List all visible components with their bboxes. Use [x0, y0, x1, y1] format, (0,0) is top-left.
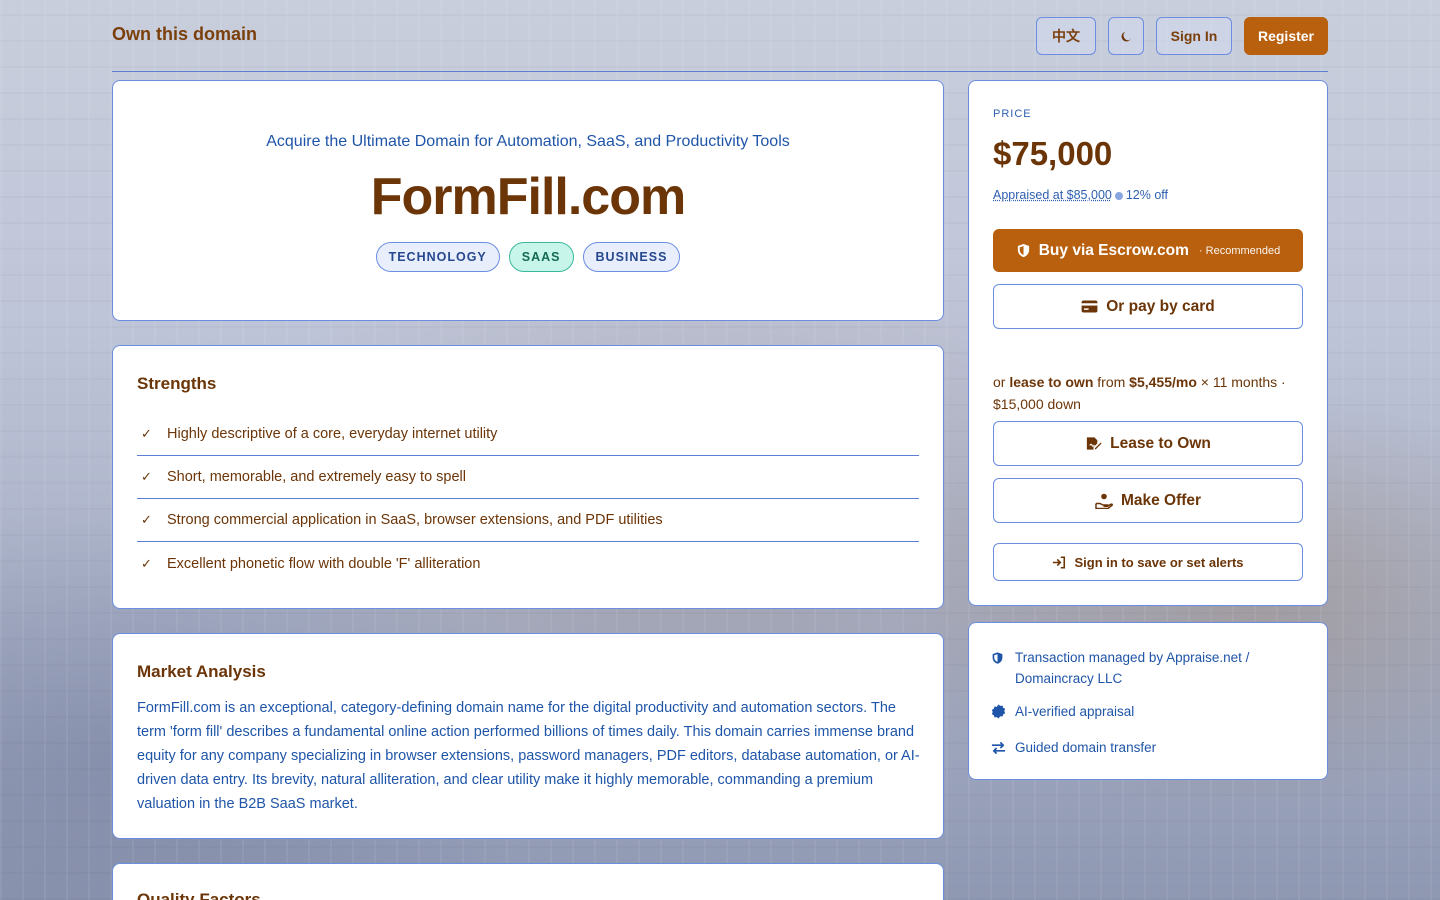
- register-button[interactable]: Register: [1244, 17, 1328, 55]
- category-tags: TECHNOLOGY SAAS BUSINESS: [113, 242, 943, 272]
- lease-to-own-label: Lease to Own: [1110, 434, 1211, 452]
- trust-text: Transaction managed by Appraise.net / Do…: [1015, 650, 1250, 686]
- strength-text: Highly descriptive of a core, everyday i…: [167, 426, 498, 442]
- market-analysis-text: FormFill.com is an exceptional, category…: [137, 700, 920, 812]
- buy-escrow-label: Buy via Escrow.com: [1038, 241, 1189, 259]
- site-title[interactable]: Own this domain: [112, 24, 257, 45]
- hero-card: Acquire the Ultimate Domain for Automati…: [112, 80, 944, 321]
- sign-in-to-save-label: Sign in to save or set alerts: [1074, 554, 1244, 570]
- lease-summary: or lease to own from $5,455/mo × 11 mont…: [993, 374, 1286, 412]
- recommended-badge: · Recommended: [1198, 244, 1281, 257]
- price-value: $75,000: [993, 135, 1113, 172]
- sign-in-icon: [1053, 555, 1066, 569]
- pricing-card: PRICE $75,000 Appraised at $85,000 12% of…: [968, 80, 1328, 606]
- trust-list: Transaction managed by Appraise.net / Do…: [991, 647, 1291, 773]
- list-item: ✓ Short, memorable, and extremely easy t…: [137, 456, 919, 499]
- market-analysis-title: Market Analysis: [137, 662, 266, 681]
- lease-to-own-button[interactable]: Lease to Own: [993, 421, 1303, 466]
- list-item: Transaction managed by Appraise.net / Do…: [991, 647, 1291, 689]
- tag-business[interactable]: BUSINESS: [582, 242, 681, 272]
- pay-by-card-label: Or pay by card: [1106, 297, 1215, 315]
- hero-tagline: Acquire the Ultimate Domain for Automati…: [266, 133, 790, 150]
- price-label: PRICE: [993, 108, 1032, 120]
- list-item: ✓ Strong commercial application in SaaS,…: [137, 499, 919, 542]
- list-item: ✓ Highly descriptive of a core, everyday…: [137, 413, 919, 456]
- list-item: AI-verified appraisal: [991, 701, 1291, 725]
- domain-name: FormFill.com: [370, 168, 686, 226]
- make-offer-label: Make Offer: [1120, 491, 1202, 509]
- signature-icon: [1086, 436, 1102, 450]
- quality-factors-card: Quality Factors: [112, 863, 944, 900]
- check-icon: ✓: [141, 469, 152, 484]
- trust-card: Transaction managed by Appraise.net / Do…: [968, 622, 1328, 780]
- market-analysis-card: Market Analysis FormFill.com is an excep…: [112, 633, 944, 839]
- shield-icon: [1017, 243, 1029, 258]
- hand-coin-icon: [1095, 493, 1113, 509]
- theme-toggle-button[interactable]: [1108, 17, 1144, 55]
- pay-by-card-button[interactable]: Or pay by card: [993, 284, 1303, 329]
- strength-text: Strong commercial application in SaaS, b…: [167, 512, 663, 528]
- site-header: Own this domain 中文 Sign In Register: [112, 0, 1328, 72]
- tag-saas[interactable]: SAAS: [508, 242, 574, 272]
- appraisal-info: Appraised at $85,000 12% off: [993, 188, 1168, 202]
- make-offer-button[interactable]: Make Offer: [993, 478, 1303, 523]
- quality-factors-title: Quality Factors: [137, 890, 261, 900]
- appraisal-link[interactable]: Appraised at $85,000: [993, 188, 1112, 202]
- transfer-arrows-icon: [991, 737, 1015, 761]
- trust-text: Guided domain transfer: [1015, 740, 1157, 755]
- list-item: Guided domain transfer: [991, 737, 1291, 761]
- badge-check-icon: [991, 701, 1015, 725]
- credit-card-icon: [1081, 300, 1098, 313]
- sign-in-to-save-button[interactable]: Sign in to save or set alerts: [993, 543, 1303, 581]
- moon-icon: [1121, 31, 1131, 41]
- strengths-title: Strengths: [137, 374, 217, 393]
- strengths-list: ✓ Highly descriptive of a core, everyday…: [137, 413, 919, 585]
- sign-in-button[interactable]: Sign In: [1156, 17, 1232, 55]
- info-icon[interactable]: [1114, 191, 1123, 200]
- check-icon: ✓: [141, 426, 152, 441]
- list-item: ✓ Excellent phonetic flow with double 'F…: [137, 542, 919, 585]
- strength-text: Short, memorable, and extremely easy to …: [167, 469, 466, 485]
- check-icon: ✓: [141, 555, 152, 571]
- shield-icon: [991, 647, 1015, 671]
- tag-technology[interactable]: TECHNOLOGY: [375, 242, 500, 272]
- discount-text: 12% off: [1125, 188, 1169, 202]
- strength-text: Excellent phonetic flow with double 'F' …: [167, 555, 481, 572]
- language-button[interactable]: 中文: [1036, 17, 1096, 55]
- trust-text: AI-verified appraisal: [1015, 704, 1135, 719]
- buy-escrow-button[interactable]: Buy via Escrow.com · Recommended: [993, 229, 1303, 272]
- strengths-card: Strengths ✓ Highly descriptive of a core…: [112, 345, 944, 609]
- check-icon: ✓: [141, 512, 152, 527]
